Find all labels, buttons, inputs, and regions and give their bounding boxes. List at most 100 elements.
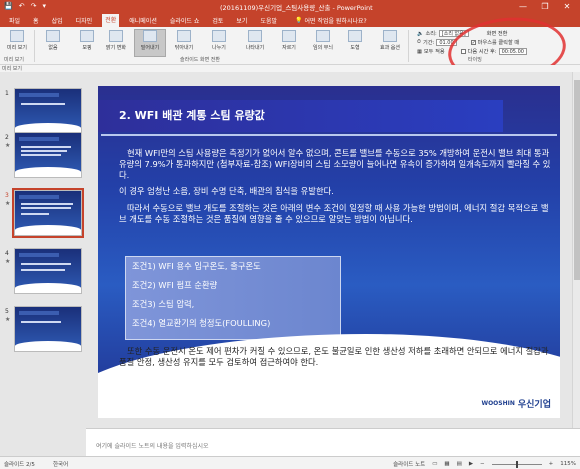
transition-cut[interactable]: 자르기: [274, 30, 304, 56]
sound-icon: 🔈: [417, 30, 424, 37]
clock-icon: ⏱: [417, 39, 422, 45]
thumb-number: 4: [5, 250, 9, 257]
tab-review[interactable]: 검토: [209, 15, 226, 26]
thumb-line: [21, 154, 61, 156]
apply-all-button[interactable]: 모두 적용: [424, 48, 445, 55]
condition-item: 조건1) WFI 용수 입구온도, 출구온도: [132, 261, 261, 271]
zoom-in-icon[interactable]: +: [549, 461, 554, 467]
transition-label: 나누기: [212, 45, 226, 51]
status-bar: 슬라이드 2/5 한국어 슬라이드 노트 ▭ ▦ ▤ ▶ − + 115%: [0, 456, 580, 469]
tab-design[interactable]: 디자인: [73, 15, 96, 26]
title-bar: 💾 ↶ ↷ ▾ (20161109)우신기업_스팀사용량_산출 - PowerP…: [0, 0, 580, 14]
undo-icon[interactable]: ↶: [19, 2, 25, 10]
effect-options-button[interactable]: 효과 옵션: [376, 30, 404, 56]
advance-title: 화면 전환: [486, 31, 508, 37]
thumb-number: 5: [5, 308, 9, 315]
redo-icon[interactable]: ↷: [31, 2, 37, 10]
thumb-transition-star: ★: [5, 316, 11, 323]
transition-push[interactable]: 밀어내기: [134, 29, 166, 57]
transition-reveal[interactable]: 나타내기: [240, 30, 270, 56]
transition-icon: [177, 30, 191, 42]
after-time-input[interactable]: 00:05.00: [498, 48, 527, 55]
slide-thumbnail-5[interactable]: [14, 306, 82, 352]
after-checkbox[interactable]: [460, 49, 466, 54]
tab-home[interactable]: 홈: [30, 15, 42, 26]
thumb-wave: [15, 167, 81, 177]
tab-transitions[interactable]: 전환: [102, 14, 120, 27]
slide-thumbnail-4[interactable]: [14, 248, 82, 294]
transition-random-bars[interactable]: 임의 무늬: [308, 30, 338, 56]
after-label: 다음 시간 후:: [467, 49, 497, 55]
preview-button[interactable]: 미리 보기: [2, 30, 32, 56]
apply-all-icon: ▦: [417, 48, 422, 55]
slide-title[interactable]: 2. WFI 배관 계통 스팀 유량값: [119, 107, 265, 123]
paragraph-4[interactable]: 또한 수동 운전시 온도 제어 편차가 커질 수 있으므로, 온도 불균일로 인…: [119, 346, 549, 368]
effect-options-icon: [383, 30, 397, 42]
tab-file[interactable]: 파일: [6, 15, 23, 26]
zoom-out-icon[interactable]: −: [480, 461, 485, 467]
transition-icon: [143, 30, 157, 42]
transition-shape[interactable]: 도형: [340, 30, 370, 56]
tab-view[interactable]: 보기: [233, 15, 250, 26]
thumb-line: [21, 207, 71, 209]
tab-slideshow[interactable]: 슬라이드 쇼: [167, 15, 203, 26]
transition-none[interactable]: 없음: [38, 30, 68, 56]
duration-input[interactable]: 01.00: [436, 39, 457, 46]
language-indicator[interactable]: 한국어: [53, 460, 68, 468]
paragraph-3[interactable]: 따라서 수동으로 밸브 개도를 조절하는 것은 아래의 변수 조건이 일정할 때…: [119, 203, 554, 225]
preview-icon: [10, 30, 24, 42]
transition-label: 임의 무늬: [313, 45, 333, 51]
slide-thumbnail-2[interactable]: [14, 132, 82, 178]
vertical-scrollbar[interactable]: [572, 72, 580, 428]
thumb-number: 2: [5, 134, 9, 141]
slideshow-view-icon[interactable]: ▶: [469, 461, 473, 467]
transition-icon: [248, 30, 262, 42]
transition-fade[interactable]: 밝기 변화: [101, 30, 131, 56]
logo-english: WOOSHIN: [481, 400, 515, 407]
sorter-view-icon[interactable]: ▦: [444, 461, 449, 467]
conditions-box[interactable]: 조건1) WFI 용수 입구온도, 출구온도 조건2) WFI 펌프 순환량 조…: [125, 256, 341, 340]
sound-dropdown[interactable]: [소리 없음]: [438, 30, 469, 37]
paragraph-2[interactable]: 이 경우 엄청난 소음, 장비 수명 단축, 배관의 침식을 유발한다.: [119, 186, 539, 197]
notes-pane[interactable]: 여기에 슬라이드 노트의 내용을 입력하십시오: [86, 428, 580, 456]
transition-split[interactable]: 나누기: [204, 30, 234, 56]
reading-view-icon[interactable]: ▤: [457, 461, 462, 467]
current-slide[interactable]: 2. WFI 배관 계통 스팀 유량값 현재 WFI만의 스팀 사용량은 측정기…: [98, 86, 560, 418]
close-button[interactable]: ✕: [556, 0, 578, 14]
tell-me-search[interactable]: 💡 어떤 작업을 원하시나요?: [295, 16, 367, 25]
normal-view-icon[interactable]: ▭: [432, 461, 437, 467]
thumb-line: [21, 203, 73, 205]
group-label-transitions: 슬라이드 화면 전환: [180, 57, 220, 63]
slide-thumbnail-3[interactable]: [12, 188, 84, 238]
notes-toggle-button[interactable]: 슬라이드 노트: [393, 460, 425, 468]
save-icon[interactable]: 💾: [4, 2, 13, 10]
transition-label: 자르기: [282, 45, 296, 51]
minimize-button[interactable]: —: [512, 0, 534, 14]
transition-wipe[interactable]: 닦아내기: [169, 30, 199, 56]
transition-morph[interactable]: 모핑: [72, 30, 102, 56]
paragraph-1[interactable]: 현재 WFI만의 스팀 사용량은 측정기가 없어서 알수 없으며, 콘트롤 밸브…: [119, 148, 554, 181]
thumb-title-bar: [19, 137, 59, 141]
window-controls: — ❐ ✕: [512, 0, 578, 14]
tab-insert[interactable]: 삽입: [49, 15, 66, 26]
tab-animations[interactable]: 애니메이션: [126, 15, 160, 26]
transition-icon: [348, 30, 362, 42]
condition-item: 조건4) 열교환기의 청정도(FOULLING): [132, 318, 271, 328]
tab-help[interactable]: 도움말: [257, 15, 280, 26]
thumb-wave: [15, 341, 81, 351]
customize-qa-icon[interactable]: ▾: [42, 2, 46, 10]
tell-me-text: 어떤 작업을 원하시나요?: [304, 18, 367, 25]
on-click-checkbox[interactable]: [470, 40, 476, 45]
scrollbar-thumb[interactable]: [574, 80, 580, 280]
window-title: (20161109)우신기업_스팀사용량_산출 - PowerPoint: [220, 4, 373, 12]
ribbon-tabs: 파일 홈 삽입 디자인 전환 애니메이션 슬라이드 쇼 검토 보기 도움말 💡 …: [0, 14, 580, 27]
sound-label: 소리:: [425, 31, 437, 37]
slide-thumbnails-pane: 1 2 ★ 3 ★ 4 ★ 5 ★: [0, 72, 86, 445]
zoom-slider[interactable]: [491, 460, 542, 468]
zoom-level[interactable]: 115%: [560, 461, 576, 467]
on-click-label: 마우스를 클릭할 때: [477, 40, 520, 46]
slide-thumbnail-1[interactable]: [14, 88, 82, 134]
restore-button[interactable]: ❐: [534, 0, 556, 14]
logo-korean: 우신기업: [517, 400, 551, 410]
thumb-title-bar: [19, 93, 59, 97]
